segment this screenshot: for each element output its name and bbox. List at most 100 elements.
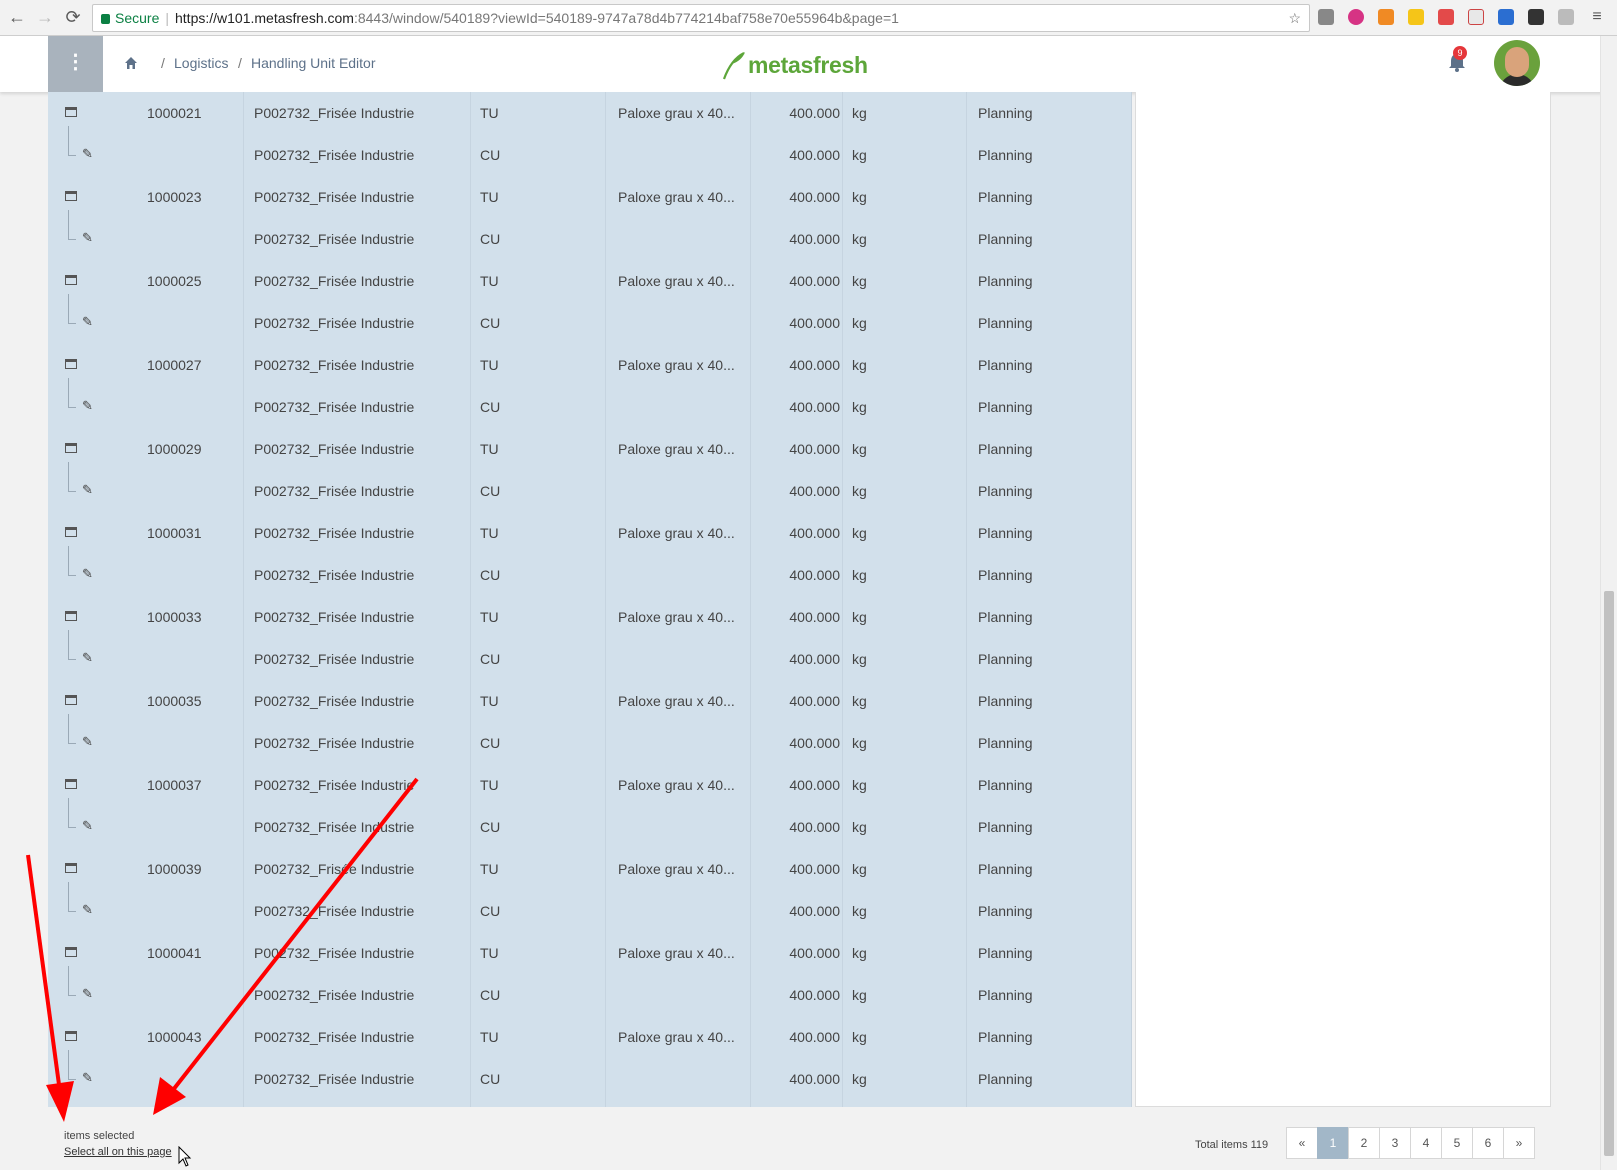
table-row-tu[interactable]: 1000023 P002732_Frisée Industrie TU Paloxe … <box>48 176 1132 218</box>
page-scrollbar[interactable] <box>1600 36 1617 1170</box>
cell-uom: kg <box>852 987 867 1003</box>
cell-hu-code: 1000021 <box>147 105 202 121</box>
forward-icon[interactable]: → <box>34 6 56 28</box>
cell-quantity: 400.000 <box>789 273 840 289</box>
breadcrumb-logistics[interactable]: Logistics <box>174 55 228 71</box>
table-row-cu[interactable]: ✎ P002732_Frisée Industrie CU 400.000 kg Plan… <box>48 630 1132 680</box>
table-row-cu[interactable]: ✎ P002732_Frisée Industrie CU 400.000 kg Plan… <box>48 126 1132 176</box>
page-button-2[interactable]: 2 <box>1348 1127 1380 1159</box>
cell-hu-code: 1000037 <box>147 777 202 793</box>
cu-pencil-icon: ✎ <box>82 650 93 665</box>
cell-status: Planning <box>978 105 1033 121</box>
cell-uom: kg <box>852 567 867 583</box>
bookmark-star-icon[interactable]: ☆ <box>1288 5 1301 31</box>
cell-product: P002732_Frisée Industrie <box>254 273 415 289</box>
page-button-1[interactable]: 1 <box>1317 1127 1349 1159</box>
table-row-tu[interactable]: 1000031 P002732_Frisée Industrie TU Paloxe … <box>48 512 1132 554</box>
table-row-cu[interactable]: ✎ P002732_Frisée Industrie CU 400.000 kg Plan… <box>48 210 1132 260</box>
table-row-tu[interactable]: 1000035 P002732_Frisée Industrie TU Paloxe … <box>48 680 1132 722</box>
extension-icon[interactable] <box>1348 9 1364 25</box>
select-all-link[interactable]: Select all on this page <box>64 1146 172 1158</box>
extension-icon[interactable] <box>1468 9 1484 25</box>
table-row-cu[interactable]: ✎ P002732_Frisée Industrie CU 400.000 kg Plan… <box>48 294 1132 344</box>
extension-icon[interactable] <box>1318 9 1334 25</box>
cu-pencil-icon: ✎ <box>82 398 93 413</box>
table-row-tu[interactable]: 1000027 P002732_Frisée Industrie TU Paloxe … <box>48 344 1132 386</box>
cell-uom: kg <box>852 819 867 835</box>
table-row-tu[interactable]: 1000021 P002732_Frisée Industrie TU Paloxe … <box>48 92 1132 134</box>
cell-uom: kg <box>852 777 867 793</box>
cell-uom: kg <box>852 1071 867 1087</box>
cell-hu-code: 1000043 <box>147 1029 202 1045</box>
table-row-cu[interactable]: ✎ P002732_Frisée Industrie CU 400.000 kg Plan… <box>48 714 1132 764</box>
extension-icon[interactable] <box>1498 9 1514 25</box>
home-icon[interactable] <box>124 56 138 70</box>
extension-icon[interactable] <box>1438 9 1454 25</box>
cell-uom: kg <box>852 693 867 709</box>
cell-hu-code: 1000027 <box>147 357 202 373</box>
table-row-cu[interactable]: ✎ P002732_Frisée Industrie CU 400.000 kg Plan… <box>48 882 1132 932</box>
cell-uom: kg <box>852 399 867 415</box>
table-row-tu[interactable]: 1000029 P002732_Frisée Industrie TU Paloxe … <box>48 428 1132 470</box>
cu-pencil-icon: ✎ <box>82 482 93 497</box>
cell-product: P002732_Frisée Industrie <box>254 945 415 961</box>
cell-quantity: 400.000 <box>789 1029 840 1045</box>
cell-hu-code: 1000025 <box>147 273 202 289</box>
table-row-tu[interactable]: 1000041 P002732_Frisée Industrie TU Paloxe … <box>48 932 1132 974</box>
table-row-cu[interactable]: ✎ P002732_Frisée Industrie CU 400.000 kg Plan… <box>48 798 1132 848</box>
page-button-5[interactable]: 5 <box>1441 1127 1473 1159</box>
scrollbar-thumb[interactable] <box>1604 591 1614 1156</box>
cell-uom: kg <box>852 525 867 541</box>
cell-hu-type: CU <box>480 231 501 247</box>
tree-connector <box>68 546 76 576</box>
table-row-cu[interactable]: ✎ P002732_Frisée Industrie CU 400.000 kg Plan… <box>48 546 1132 596</box>
cell-hu-type: TU <box>480 441 499 457</box>
cell-quantity: 400.000 <box>789 189 840 205</box>
page-button-6[interactable]: 6 <box>1472 1127 1504 1159</box>
breadcrumb-separator: / <box>161 55 165 71</box>
cell-status: Planning <box>978 231 1033 247</box>
page-button-4[interactable]: 4 <box>1410 1127 1442 1159</box>
app-header: ⋮ / Logistics / Handling Unit Editor met… <box>0 36 1617 92</box>
cell-status: Planning <box>978 903 1033 919</box>
table-row-cu[interactable]: ✎ P002732_Frisée Industrie CU 400.000 kg Plan… <box>48 1050 1132 1100</box>
tu-package-icon <box>65 107 77 117</box>
table-row-tu[interactable]: 1000033 P002732_Frisée Industrie TU Paloxe … <box>48 596 1132 638</box>
handling-unit-table: 1000021 P002732_Frisée Industrie TU Paloxe … <box>48 92 1132 1107</box>
tu-package-icon <box>65 275 77 285</box>
cell-hu-code: 1000029 <box>147 441 202 457</box>
extension-icon[interactable] <box>1408 9 1424 25</box>
cell-packing-info: Paloxe grau x 40... <box>618 105 735 121</box>
cell-quantity: 400.000 <box>789 987 840 1003</box>
address-bar[interactable]: Secure | https://w101.metasfresh.com:8443/… <box>92 4 1310 32</box>
table-row-tu[interactable]: 1000039 P002732_Frisée Industrie TU Paloxe … <box>48 848 1132 890</box>
tu-package-icon <box>65 695 77 705</box>
cell-product: P002732_Frisée Industrie <box>254 315 415 331</box>
browser-toolbar: ← → ⟳ Secure | https://w101.metasfresh.com… <box>0 0 1617 36</box>
cell-status: Planning <box>978 651 1033 667</box>
cell-quantity: 400.000 <box>789 861 840 877</box>
table-row-cu[interactable]: ✎ P002732_Frisée Industrie CU 400.000 kg Plan… <box>48 378 1132 428</box>
side-menu-button[interactable]: ⋮ <box>48 36 103 92</box>
cell-status: Planning <box>978 819 1033 835</box>
metasfresh-logo[interactable]: metasfresh <box>722 48 868 82</box>
table-row-cu[interactable]: ✎ P002732_Frisée Industrie CU 400.000 kg Plan… <box>48 966 1132 1016</box>
extension-icon[interactable] <box>1378 9 1394 25</box>
page-prev-button[interactable]: « <box>1286 1127 1318 1159</box>
page-next-button[interactable]: » <box>1503 1127 1535 1159</box>
extension-icon[interactable] <box>1528 9 1544 25</box>
browser-menu-icon[interactable]: ≡ <box>1586 6 1608 28</box>
table-row-tu[interactable]: 1000025 P002732_Frisée Industrie TU Paloxe … <box>48 260 1132 302</box>
table-row-cu[interactable]: ✎ P002732_Frisée Industrie CU 400.000 kg Plan… <box>48 462 1132 512</box>
table-row-tu[interactable]: 1000043 P002732_Frisée Industrie TU Paloxe … <box>48 1016 1132 1058</box>
cell-hu-code: 1000031 <box>147 525 202 541</box>
reload-icon[interactable]: ⟳ <box>62 6 84 28</box>
table-row-tu[interactable]: 1000037 P002732_Frisée Industrie TU Paloxe … <box>48 764 1132 806</box>
breadcrumb-handling-unit-editor[interactable]: Handling Unit Editor <box>251 55 376 71</box>
cell-quantity: 400.000 <box>789 1071 840 1087</box>
user-avatar[interactable] <box>1494 40 1540 86</box>
page-button-3[interactable]: 3 <box>1379 1127 1411 1159</box>
back-icon[interactable]: ← <box>6 6 28 28</box>
cell-hu-type: TU <box>480 609 499 625</box>
extension-icon[interactable] <box>1558 9 1574 25</box>
